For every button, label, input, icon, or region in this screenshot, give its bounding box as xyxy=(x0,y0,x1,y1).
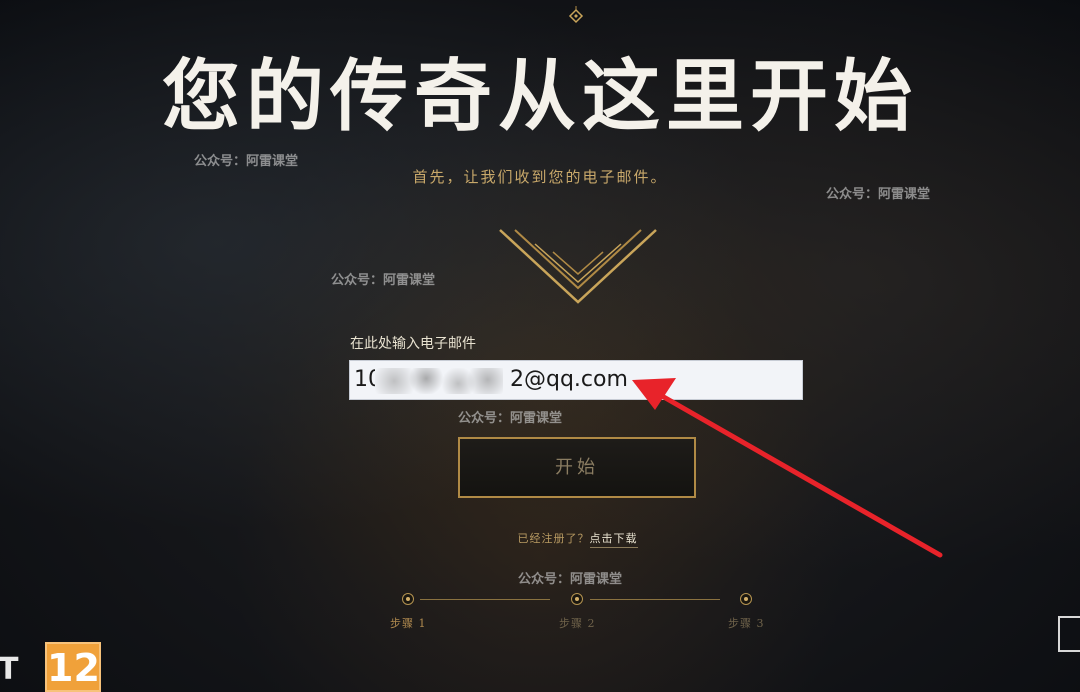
step-3-dot xyxy=(740,593,752,605)
already-registered-row: 已经注册了？点击下载 xyxy=(0,530,1080,548)
step-connector xyxy=(590,599,720,600)
start-button[interactable]: 开始 xyxy=(458,437,696,498)
email-input[interactable]: 10 2@qq.com xyxy=(349,360,803,400)
step-2-dot xyxy=(571,593,583,605)
watermark-text: 公众号：阿雷课堂 xyxy=(458,411,563,426)
already-registered-text: 已经注册了？ xyxy=(517,532,590,545)
email-label: 在此处输入电子邮件 xyxy=(350,336,476,352)
corner-frame xyxy=(1058,616,1080,652)
page-headline: 您的传奇从这里开始 xyxy=(161,51,918,142)
gold-divider-ornament xyxy=(90,229,990,304)
step-1-dot xyxy=(402,593,414,605)
step-connector xyxy=(420,599,550,600)
step-indicator: 步骤 1 步骤 2 步骤 3 xyxy=(380,588,780,638)
email-value-suffix: 2@qq.com xyxy=(510,367,628,392)
corner-logo-fragment: T xyxy=(0,652,19,687)
watermark-text: 公众号：阿雷课堂 xyxy=(518,572,623,587)
email-privacy-blur xyxy=(375,368,503,394)
age-rating-badge: 12 xyxy=(45,642,101,692)
step-3-label: 步骤 3 xyxy=(728,617,765,630)
download-link[interactable]: 点击下载 xyxy=(589,532,638,548)
watermark-text: 公众号：阿雷课堂 xyxy=(194,154,299,169)
step-1-label: 步骤 1 xyxy=(390,617,427,630)
watermark-text: 公众号：阿雷课堂 xyxy=(826,187,931,202)
step-2-label: 步骤 2 xyxy=(559,617,596,630)
top-diamond-ornament xyxy=(568,6,584,24)
